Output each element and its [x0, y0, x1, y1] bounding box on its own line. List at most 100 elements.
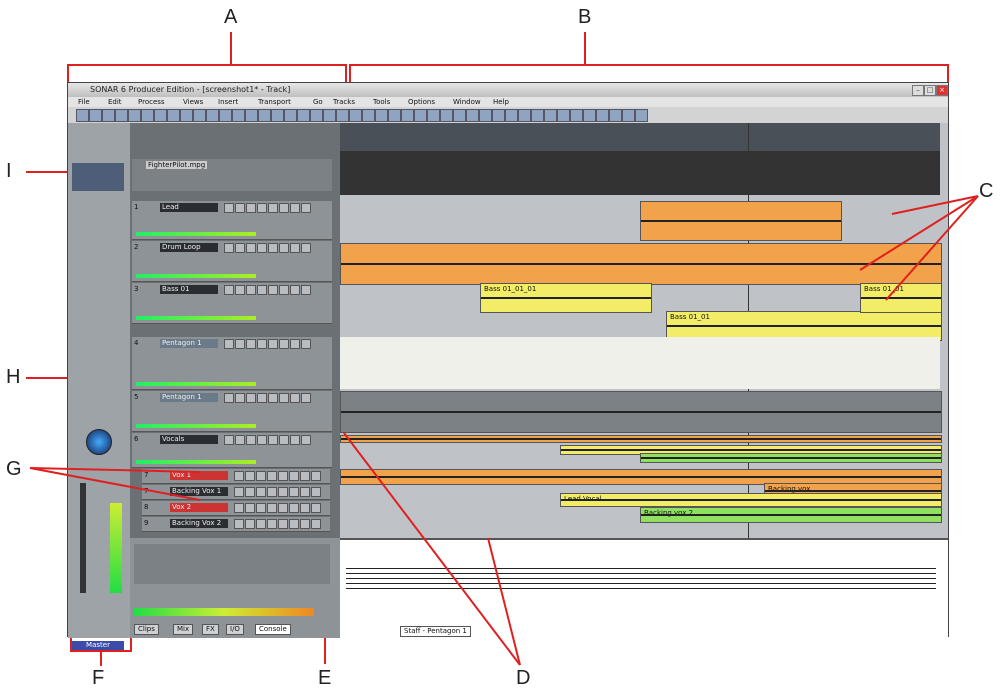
track-control-button[interactable] — [301, 243, 311, 253]
track-control-button[interactable] — [290, 243, 300, 253]
toolbar-button[interactable] — [284, 109, 297, 122]
track-control-button[interactable] — [301, 393, 311, 403]
track-control-button[interactable] — [246, 203, 256, 213]
toolbar-button[interactable] — [89, 109, 102, 122]
menu-options[interactable]: Options — [408, 98, 435, 106]
track-header[interactable]: 7 Vox 1 — [142, 469, 330, 484]
track-control-button[interactable] — [267, 487, 277, 497]
track-control-button[interactable] — [235, 203, 245, 213]
track-name-field[interactable]: Vocals — [160, 435, 218, 444]
inspector-knob-icon[interactable] — [86, 429, 112, 455]
toolbar-button[interactable] — [583, 109, 596, 122]
track-control-button[interactable] — [246, 243, 256, 253]
track-control-button[interactable] — [300, 503, 310, 513]
track-control-button[interactable] — [300, 471, 310, 481]
track-control-button[interactable] — [301, 435, 311, 445]
track-control-button[interactable] — [301, 203, 311, 213]
track-control-button[interactable] — [256, 519, 266, 529]
track-control-button[interactable] — [301, 339, 311, 349]
track-control-button[interactable] — [257, 203, 267, 213]
track-control-button[interactable] — [311, 487, 321, 497]
toolbar-button[interactable] — [245, 109, 258, 122]
track-control-button[interactable] — [279, 243, 289, 253]
console-tab[interactable]: Mix — [173, 624, 194, 635]
track-control-button[interactable] — [246, 285, 256, 295]
vox1-green-strip[interactable] — [640, 453, 942, 463]
track-control-button[interactable] — [257, 393, 267, 403]
track-control-button[interactable] — [224, 243, 234, 253]
track-control-button[interactable] — [224, 339, 234, 349]
track-control-button[interactable] — [234, 503, 244, 513]
track-control-button[interactable] — [234, 487, 244, 497]
track-control-button[interactable] — [235, 393, 245, 403]
toolbar-button[interactable] — [154, 109, 167, 122]
staff-tab[interactable]: Staff - Pentagon 1 — [400, 626, 471, 637]
track-name-field[interactable]: Pentagon 1 — [160, 393, 218, 402]
track-control-button[interactable] — [257, 435, 267, 445]
track-control-button[interactable] — [224, 285, 234, 295]
track-control-button[interactable] — [311, 471, 321, 481]
track-control-button[interactable] — [301, 285, 311, 295]
track-control-button[interactable] — [257, 339, 267, 349]
minimize-button[interactable]: – — [912, 85, 924, 96]
inspector-fader[interactable] — [80, 483, 86, 593]
track-name-field[interactable]: Drum Loop — [160, 243, 218, 252]
track-control-button[interactable] — [290, 435, 300, 445]
track-control-button[interactable] — [246, 339, 256, 349]
bass-clip-3[interactable]: Bass 01_01 — [860, 283, 942, 313]
track-control-button[interactable] — [289, 471, 299, 481]
toolbar-button[interactable] — [401, 109, 414, 122]
console-tab[interactable]: I/O — [226, 624, 244, 635]
track-control-button[interactable] — [235, 285, 245, 295]
toolbar-button[interactable] — [414, 109, 427, 122]
track-control-button[interactable] — [300, 487, 310, 497]
track-header[interactable]: 5 Pentagon 1 — [132, 391, 332, 432]
track-control-button[interactable] — [234, 519, 244, 529]
track-header[interactable]: 8 Vox 2 — [142, 501, 330, 516]
track-header[interactable]: 9 Backing Vox 2 — [142, 517, 330, 532]
track-control-button[interactable] — [290, 285, 300, 295]
toolbar-button[interactable] — [297, 109, 310, 122]
track-control-button[interactable] — [311, 503, 321, 513]
menu-views[interactable]: Views — [183, 98, 203, 106]
menu-transport[interactable]: Transport — [258, 98, 291, 106]
track-control-button[interactable] — [257, 285, 267, 295]
track-control-button[interactable] — [268, 203, 278, 213]
track-control-button[interactable] — [290, 393, 300, 403]
track-control-button[interactable] — [235, 243, 245, 253]
toolbar-button[interactable] — [193, 109, 206, 122]
menu-tracks[interactable]: Tracks — [333, 98, 355, 106]
track-header[interactable]: 4 Pentagon 1 — [132, 337, 332, 390]
track-header[interactable]: 3 Bass 01 — [132, 283, 332, 324]
track-control-button[interactable] — [279, 203, 289, 213]
track-control-button[interactable] — [224, 435, 234, 445]
toolbar-button[interactable] — [505, 109, 518, 122]
track-control-button[interactable] — [278, 487, 288, 497]
menu-insert[interactable]: Insert — [218, 98, 238, 106]
console-tab[interactable]: Console — [255, 624, 291, 635]
toolbar-button[interactable] — [518, 109, 531, 122]
toolbar-button[interactable] — [310, 109, 323, 122]
track-control-button[interactable] — [268, 285, 278, 295]
toolbar-button[interactable] — [180, 109, 193, 122]
toolbar-button[interactable] — [466, 109, 479, 122]
menu-go[interactable]: Go — [313, 98, 323, 106]
track-control-button[interactable] — [289, 503, 299, 513]
track-control-button[interactable] — [279, 393, 289, 403]
drum-loop-clip[interactable] — [340, 243, 942, 285]
track-control-button[interactable] — [246, 435, 256, 445]
toolbar-button[interactable] — [453, 109, 466, 122]
console-tab[interactable]: FX — [202, 624, 219, 635]
toolbar-button[interactable] — [271, 109, 284, 122]
toolbar-button[interactable] — [336, 109, 349, 122]
track-name-field[interactable]: Backing Vox 1 — [170, 487, 228, 496]
toolbar-button[interactable] — [115, 109, 128, 122]
track-control-button[interactable] — [256, 471, 266, 481]
track-control-button[interactable] — [290, 339, 300, 349]
audio-waveform-clip[interactable] — [340, 391, 942, 433]
toolbar-button[interactable] — [375, 109, 388, 122]
toolbar-button[interactable] — [635, 109, 648, 122]
midi-piano-roll[interactable] — [340, 337, 940, 389]
track-control-button[interactable] — [268, 339, 278, 349]
toolbar-button[interactable] — [167, 109, 180, 122]
